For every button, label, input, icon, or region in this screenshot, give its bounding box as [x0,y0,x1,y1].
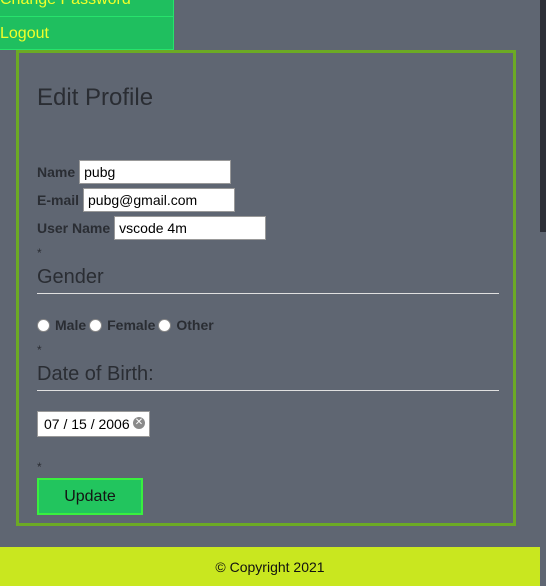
name-label: Name [37,164,76,180]
name-field[interactable]: pubg [79,160,232,184]
gender-options: Male Female Other [37,317,217,333]
dob-required-mark: * [37,343,42,357]
gender-other-label[interactable]: Other [176,317,213,333]
menu-change-password[interactable]: Change Password [0,0,174,17]
gender-other-radio[interactable] [158,318,172,332]
username-field[interactable]: vscode 4m [114,216,267,240]
gender-female-radio[interactable] [89,318,103,332]
update-required-mark: * [37,460,42,474]
gender-heading: Gender [37,266,499,294]
email-label: E-mail [37,192,80,208]
gender-male-radio[interactable] [37,318,50,332]
update-button[interactable]: Update [37,478,143,515]
page-title: Edit Profile [37,84,154,111]
username-label: User Name [37,220,111,236]
dob-heading: Date of Birth: [37,363,499,391]
menu-logout[interactable]: Logout [0,17,174,50]
dob-field[interactable]: 07 / 15 / 2006 ✕ [37,411,150,437]
gender-female-label[interactable]: Female [107,317,155,333]
scrollbar-thumb[interactable] [540,0,546,232]
username-row: User Name vscode 4m [37,216,267,240]
copyright-text: © Copyright 2021 [215,558,325,575]
gender-required-mark: * [37,246,42,260]
email-field[interactable]: pubg@gmail.com [83,188,236,212]
email-row: E-mail pubg@gmail.com [37,188,236,212]
dob-value: 07 / 15 / 2006 [44,416,130,432]
name-row: Name pubg [37,160,232,184]
footer: © Copyright 2021 [0,547,540,586]
clear-icon[interactable]: ✕ [133,417,145,429]
edit-profile-form: Edit Profile Name pubg E-mail pubg@gmail… [16,50,516,526]
scrollbar[interactable] [540,0,546,548]
gender-male-label[interactable]: Male [55,317,86,333]
